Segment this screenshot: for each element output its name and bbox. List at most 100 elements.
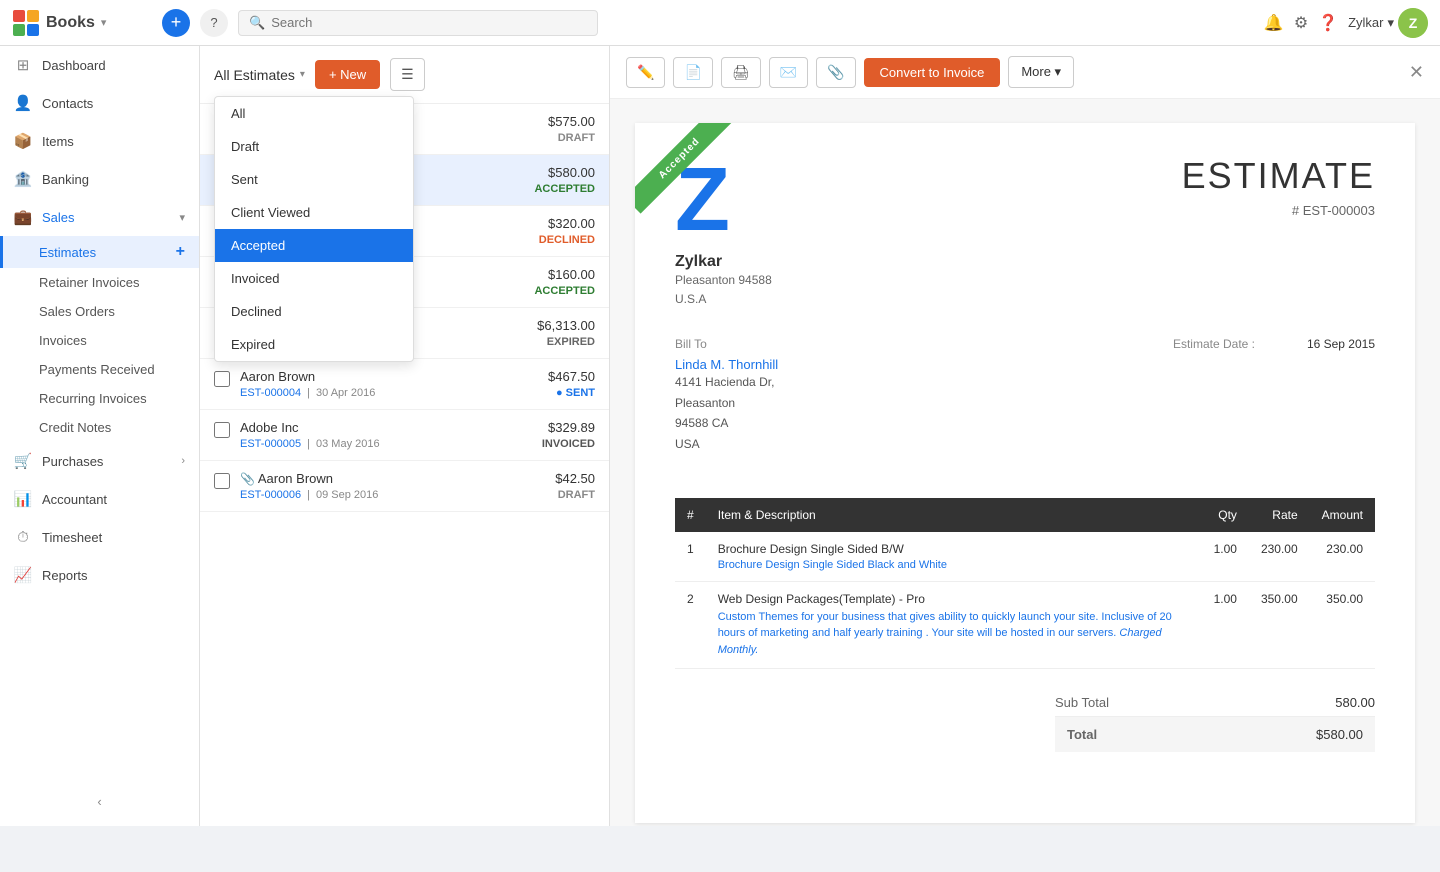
estimate-dates: Estimate Date : 16 Sep 2015 [1173, 337, 1375, 351]
list-item-right: $160.00 ACCEPTED [534, 267, 595, 297]
list-item-sep: | [307, 438, 310, 450]
sidebar-item-invoices[interactable]: Invoices [0, 326, 199, 355]
estimates-add-icon[interactable]: + [176, 243, 185, 261]
email-icon: ✉️ [780, 64, 797, 81]
sidebar-label-items: Items [42, 134, 74, 149]
dropdown-item-sent[interactable]: Sent [215, 163, 413, 196]
dropdown-item-client-viewed[interactable]: Client Viewed [215, 196, 413, 229]
list-item-right: $575.00 DRAFT [548, 114, 595, 144]
sidebar-item-payments-received[interactable]: Payments Received [0, 355, 199, 384]
list-item[interactable]: 📎 Aaron Brown EST-000006 | 09 Sep 2016 $… [200, 461, 609, 512]
sidebar-label-timesheet: Timesheet [42, 530, 102, 545]
sidebar-label-retainer: Retainer Invoices [39, 275, 139, 290]
sidebar-item-contacts[interactable]: 👤 Contacts [0, 84, 199, 122]
print-button[interactable]: 🖨 [721, 57, 761, 88]
convert-to-invoice-button[interactable]: Convert to Invoice [864, 58, 1001, 87]
col-rate: Rate [1249, 498, 1310, 532]
company-name: Zylkar [675, 253, 772, 271]
app-dropdown-arrow[interactable]: ▾ [101, 16, 107, 29]
detail-panel: ✏️ 📄 🖨 ✉️ 📎 Convert to Invoice More ▾ ✕ [610, 46, 1440, 826]
attach-icon: 📎 [827, 64, 844, 81]
bill-to-section: Bill To Linda M. Thornhill 4141 Hacienda… [675, 337, 778, 454]
list-item-meta: EST-000005 | 03 May 2016 [240, 438, 532, 450]
total-label: Total [1067, 727, 1097, 742]
edit-button[interactable]: ✏️ [626, 57, 665, 88]
gear-icon[interactable]: ⚙ [1294, 13, 1308, 33]
subtotal-value: 580.00 [1335, 695, 1375, 710]
sidebar-item-credit-notes[interactable]: Credit Notes [0, 413, 199, 442]
user-badge[interactable]: Zylkar ▾ Z [1348, 8, 1428, 38]
client-name: Linda M. Thornhill [675, 357, 778, 372]
sidebar-item-retainer-invoices[interactable]: Retainer Invoices [0, 268, 199, 297]
attach-button[interactable]: 📎 [816, 57, 855, 88]
estimate-document: Accepted Z Zylkar Pleasanton 94588 U.S.A… [635, 123, 1415, 823]
pdf-button[interactable]: 📄 [673, 57, 712, 88]
dropdown-item-accepted[interactable]: Accepted [215, 229, 413, 262]
dropdown-item-expired[interactable]: Expired [215, 328, 413, 361]
sidebar-item-estimates[interactable]: Estimates + [0, 236, 199, 268]
sidebar-item-recurring-invoices[interactable]: Recurring Invoices [0, 384, 199, 413]
sidebar-label-credit-notes: Credit Notes [39, 420, 111, 435]
item-desc-em: Charged Monthly. [718, 627, 1162, 656]
list-item-name: 📎 Aaron Brown [240, 471, 545, 486]
sidebar-item-dashboard[interactable]: ⊞ Dashboard [0, 46, 199, 84]
avatar: Z [1398, 8, 1428, 38]
new-button[interactable]: + New [315, 60, 380, 89]
sidebar-item-items[interactable]: 📦 Items [0, 122, 199, 160]
edit-icon: ✏️ [637, 64, 654, 81]
sidebar-item-accountant[interactable]: 📊 Accountant [0, 480, 199, 518]
bell-icon[interactable]: 🔔 [1264, 13, 1284, 33]
dropdown-item-all[interactable]: All [215, 97, 413, 130]
timesheet-icon: ⏱ [14, 528, 32, 546]
add-button[interactable]: + [162, 9, 190, 37]
list-item[interactable]: Aaron Brown EST-000004 | 30 Apr 2016 $46… [200, 359, 609, 410]
help-icon[interactable]: ? [200, 9, 228, 37]
subtotal-row: Sub Total 580.00 [1055, 689, 1375, 716]
search-input[interactable] [271, 15, 587, 30]
list-item-date: 03 May 2016 [316, 438, 380, 450]
accountant-icon: 📊 [14, 490, 32, 508]
filter-dropdown[interactable]: All Estimates ▾ [214, 67, 305, 83]
more-button[interactable]: More ▾ [1008, 56, 1074, 88]
subtotal-label: Sub Total [1055, 695, 1109, 710]
list-item-id: EST-000006 [240, 489, 301, 501]
filter-arrow-icon: ▾ [300, 69, 305, 80]
estimate-number: # EST-000003 [1182, 203, 1375, 218]
sidebar-item-banking[interactable]: 🏦 Banking [0, 160, 199, 198]
close-button[interactable]: ✕ [1409, 62, 1424, 83]
sidebar-item-reports[interactable]: 📈 Reports [0, 556, 199, 594]
banking-icon: 🏦 [14, 170, 32, 188]
dropdown-item-draft[interactable]: Draft [215, 130, 413, 163]
list-item[interactable]: Adobe Inc EST-000005 | 03 May 2016 $329.… [200, 410, 609, 461]
filter-dropdown-menu: All Draft Sent Client Viewed Accepted In… [214, 96, 414, 362]
sidebar-label-banking: Banking [42, 172, 89, 187]
sidebar-collapse-button[interactable]: ‹ [85, 786, 115, 816]
dropdown-item-invoiced[interactable]: Invoiced [215, 262, 413, 295]
list-item-info: 📎 Aaron Brown EST-000006 | 09 Sep 2016 [240, 471, 545, 501]
dropdown-item-declined[interactable]: Declined [215, 295, 413, 328]
col-item: Item & Description [706, 498, 1202, 532]
search-bar[interactable]: 🔍 [238, 10, 598, 36]
list-item-amount: $6,313.00 [537, 318, 595, 333]
detail-content: Accepted Z Zylkar Pleasanton 94588 U.S.A… [610, 99, 1440, 826]
list-item-checkbox[interactable] [214, 473, 230, 489]
sidebar-label-sales-orders: Sales Orders [39, 304, 115, 319]
sidebar-item-sales-orders[interactable]: Sales Orders [0, 297, 199, 326]
list-item-checkbox[interactable] [214, 422, 230, 438]
list-item-checkbox[interactable] [214, 371, 230, 387]
row-rate: 230.00 [1249, 532, 1310, 582]
email-button[interactable]: ✉️ [769, 57, 808, 88]
list-filter-button[interactable]: ☰ [390, 58, 425, 91]
list-item-id: EST-000005 [240, 438, 301, 450]
sidebar-item-purchases[interactable]: 🛒 Purchases › [0, 442, 199, 480]
reports-icon: 📈 [14, 566, 32, 584]
list-item-date: 09 Sep 2016 [316, 489, 378, 501]
list-item-sep: | [307, 387, 310, 399]
sidebar-item-timesheet[interactable]: ⏱ Timesheet [0, 518, 199, 556]
item-name: Brochure Design Single Sided B/W [718, 542, 1190, 556]
row-item: Brochure Design Single Sided B/W Brochur… [706, 532, 1202, 582]
sidebar-label-sales: Sales [42, 210, 75, 225]
question-icon[interactable]: ❓ [1318, 13, 1338, 33]
sidebar-item-sales[interactable]: 💼 Sales ▾ [0, 198, 199, 236]
col-amount: Amount [1310, 498, 1375, 532]
